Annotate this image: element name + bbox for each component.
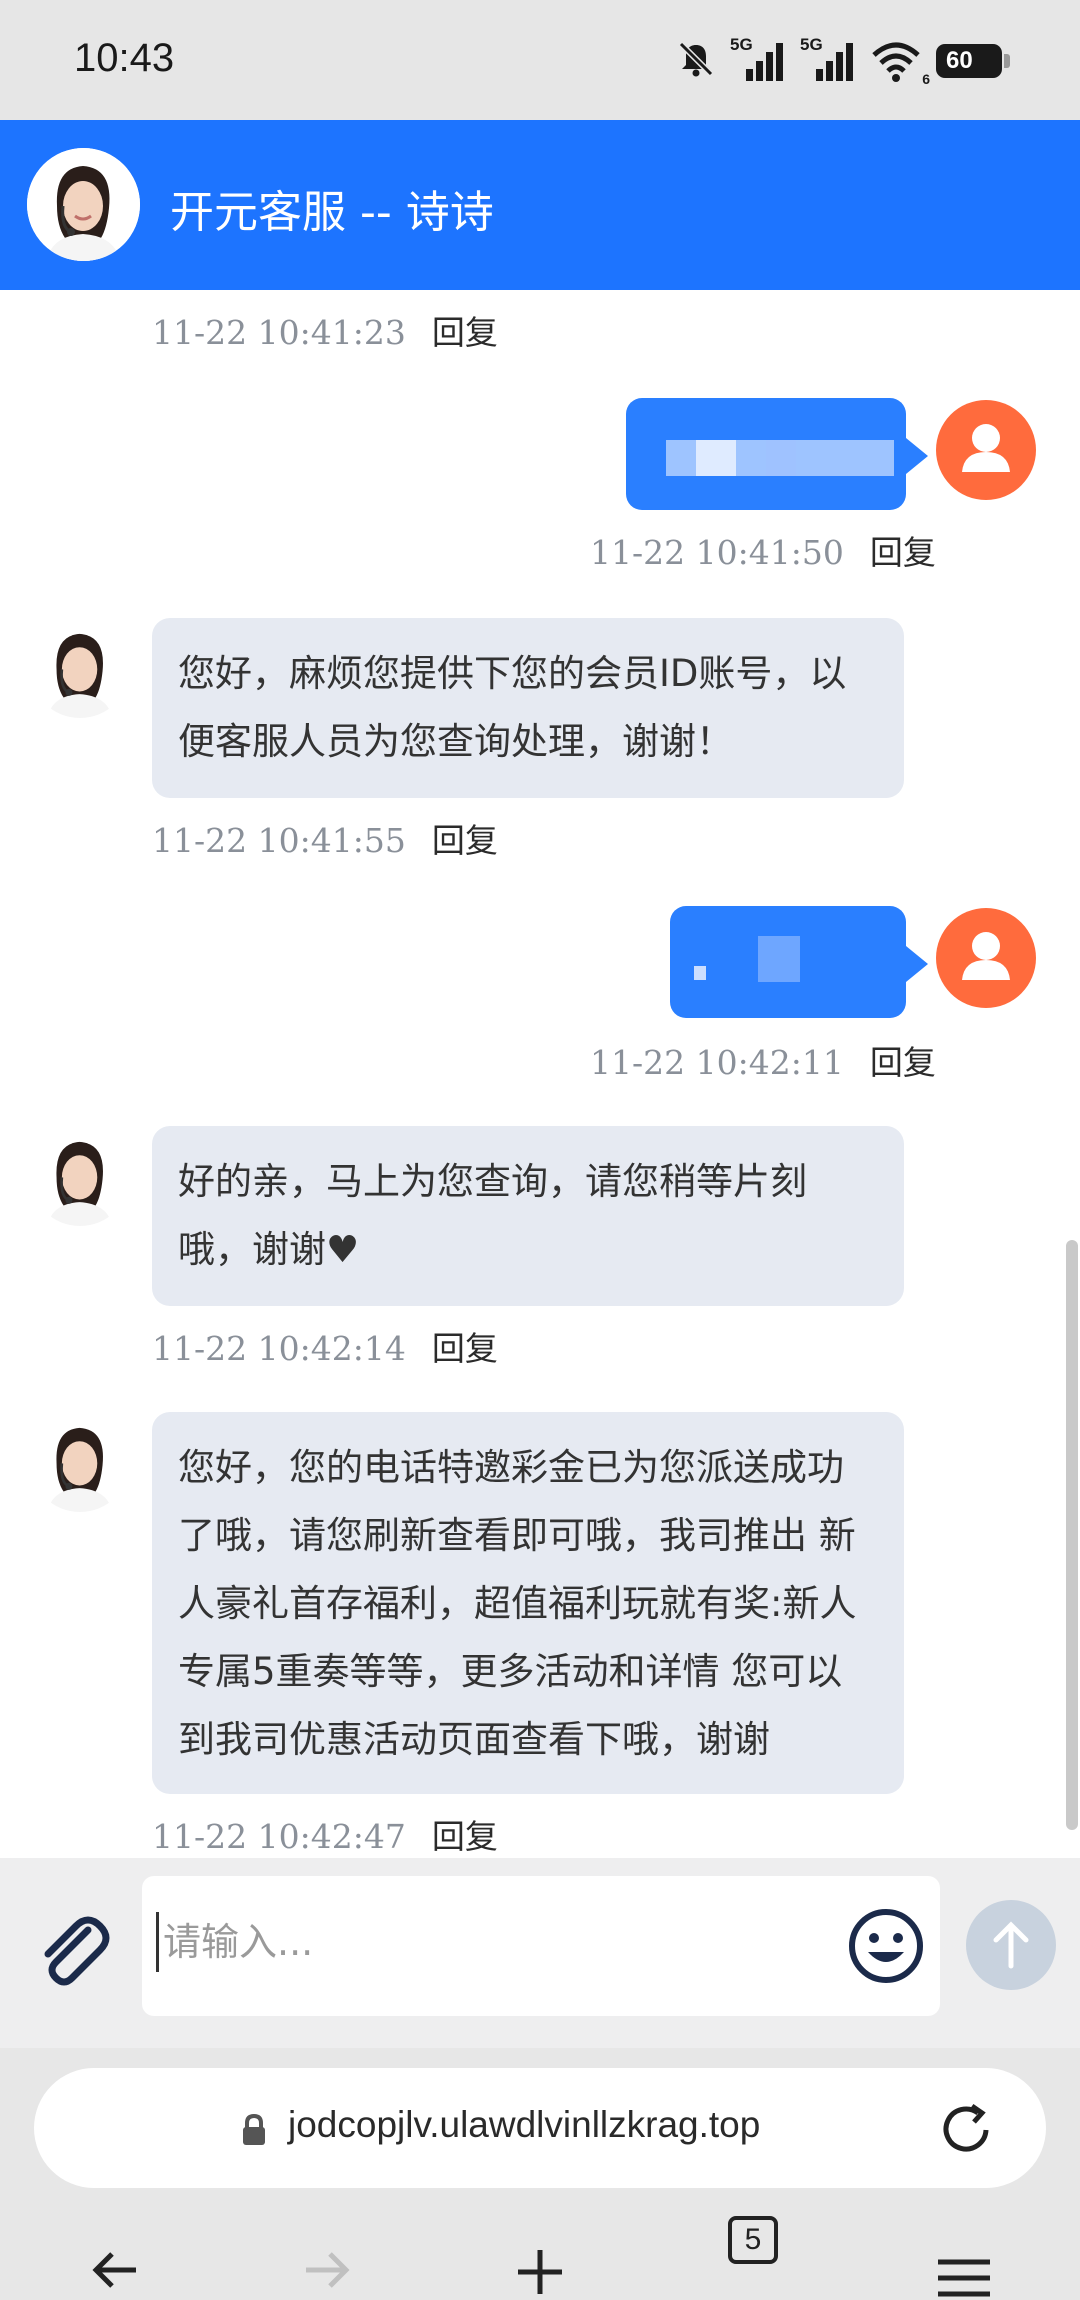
chat-header: 开元客服 -- 诗诗 [0,120,1080,290]
message-meta: 11-22 10:41:50 回复 [590,526,936,574]
plus-icon [518,2250,562,2294]
agent-avatar-small [30,618,130,718]
blurred-content [666,440,894,476]
agent-avatar-small [30,1412,130,1512]
outgoing-bubble[interactable] [626,398,928,510]
mute-icon [676,39,716,83]
cellular-signal-icon-2: 5G [800,35,856,83]
menu-button[interactable] [924,2198,1004,2300]
browser-chrome: jodcopjlv.ulawdlvinllzkrag.top 5 [0,2048,1080,2300]
user-silhouette-icon [962,424,1010,472]
message-timestamp: 11-22 10:41:23 [152,313,406,352]
status-time: 10:43 [74,36,175,80]
wifi-badge: 6 [922,71,930,87]
reload-button[interactable] [938,2100,996,2158]
scrollbar[interactable] [1066,1240,1078,1830]
reply-link[interactable]: 回复 [432,313,498,352]
message-meta: 11-22 10:41:23 回复 [152,306,498,354]
incoming-bubble: 好的亲，马上为您查询，请您稍等片刻哦，谢谢♥ [152,1126,904,1306]
message-input[interactable] [156,1912,716,1972]
status-bar: 10:43 5G 5G 6 60 [0,0,1080,120]
back-button[interactable] [76,2198,156,2300]
user-silhouette-icon [962,932,1010,980]
message-timestamp: 11-22 10:41:50 [590,533,844,572]
hamburger-icon [938,2259,990,2297]
message-meta: 11-22 10:42:14 回复 [152,1322,498,1370]
cellular-signal-icon-1: 5G [730,35,786,83]
arrow-right-icon [306,2252,350,2288]
wifi-icon: 6 [870,39,930,87]
arrow-left-icon [92,2252,136,2288]
new-tab-button[interactable] [500,2198,580,2300]
paperclip-icon [44,1916,110,1986]
reply-link[interactable]: 回复 [432,1329,498,1368]
smiley-icon [849,1909,923,1983]
agent-avatar-small [30,1126,130,1226]
message-timestamp: 11-22 10:42:14 [152,1329,406,1368]
reply-link[interactable]: 回复 [870,1043,936,1082]
reply-link[interactable]: 回复 [870,533,936,572]
send-button[interactable] [966,1900,1056,1990]
reload-icon [943,2103,989,2152]
tab-count-button[interactable]: 5 [728,2216,778,2264]
user-avatar [936,908,1036,1008]
message-timestamp: 11-22 10:42:47 [152,1817,406,1856]
agent-avatar [27,148,140,261]
incoming-bubble: 您好，麻烦您提供下您的会员ID账号，以便客服人员为您查询处理，谢谢！ [152,618,904,798]
blurred-content [694,936,800,982]
message-meta: 11-22 10:42:47 回复 [152,1810,498,1858]
input-area [0,1858,1080,2048]
user-avatar [936,400,1036,500]
reply-link[interactable]: 回复 [432,821,498,860]
message-meta: 11-22 10:42:11 回复 [590,1036,936,1084]
incoming-bubble: 您好，您的电话特邀彩金已为您派送成功了哦，请您刷新查看即可哦，我司推出 新人豪礼… [152,1412,904,1794]
message-timestamp: 11-22 10:41:55 [152,821,406,860]
message-input-box[interactable] [142,1876,940,2016]
chat-title: 开元客服 -- 诗诗 [170,187,494,238]
emoji-button[interactable] [838,1898,934,1994]
attach-button[interactable] [30,1908,112,1990]
forward-button[interactable] [286,2198,366,2300]
arrow-up-icon [993,1921,1029,1969]
status-icons: 5G 5G 6 60 [676,35,1010,87]
outgoing-bubble[interactable] [670,906,928,1018]
browser-nav-bar [0,2198,1080,2300]
url-text: jodcopjlv.ulawdlvinllzkrag.top [288,2104,761,2145]
lock-icon [243,2114,265,2145]
message-timestamp: 11-22 10:42:11 [590,1043,844,1082]
address-bar[interactable]: jodcopjlv.ulawdlvinllzkrag.top [34,2068,1046,2188]
battery-indicator: 60 [936,44,1010,78]
message-meta: 11-22 10:41:55 回复 [152,814,498,862]
reply-link[interactable]: 回复 [432,1817,498,1856]
